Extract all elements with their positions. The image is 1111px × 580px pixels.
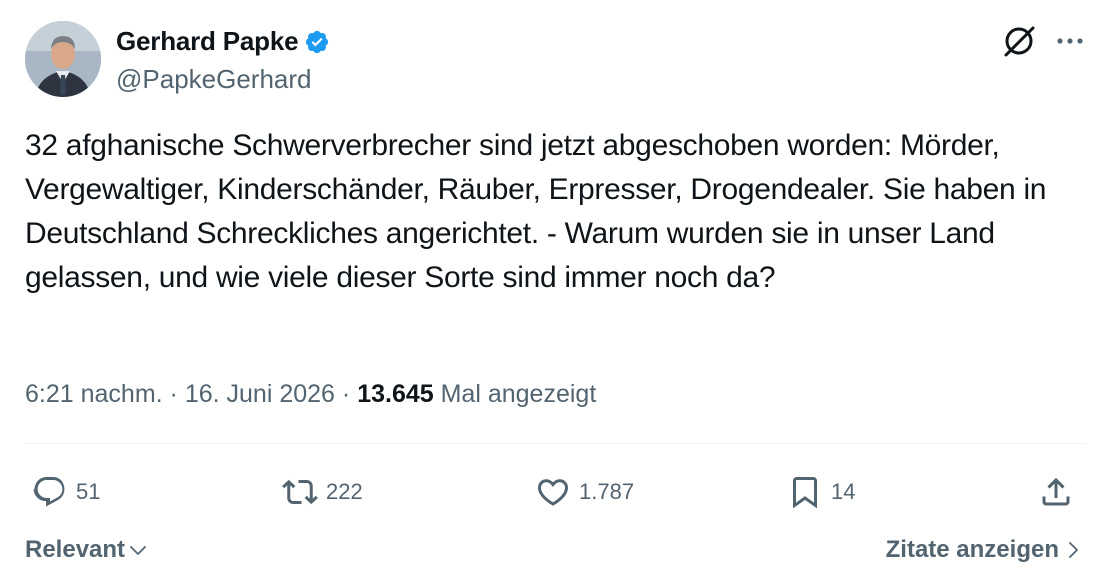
views-label: Mal angezeigt [440,380,597,408]
tweet-date[interactable]: 16. Juni 2026 [185,380,335,408]
divider [25,443,1086,444]
share-button[interactable] [1038,470,1074,514]
views-count: 13.645 [357,380,434,408]
retweet-button[interactable]: 222 [282,470,363,514]
avatar-image [25,21,101,97]
chevron-right-icon [1069,542,1078,558]
verified-badge-icon [304,29,330,55]
bookmark-button[interactable]: 14 [787,470,855,514]
meta-separator: · [169,380,178,408]
sort-relevant-dropdown[interactable]: Relevant [25,536,148,564]
chevron-down-icon [130,546,146,555]
grok-icon[interactable] [1000,22,1038,60]
reply-count: 51 [76,479,101,504]
tweet-text: 32 afghanische Schwerverbrecher sind jet… [25,129,1047,294]
quotes-label: Zitate anzeigen [885,536,1059,563]
bookmark-count: 14 [831,479,856,504]
author-name[interactable]: Gerhard Papke [116,26,299,57]
author-handle[interactable]: @PapkeGerhard [116,64,312,95]
reply-icon [33,477,65,507]
meta-separator: · [341,380,351,408]
more-dots-icon[interactable] [1050,22,1090,60]
like-count: 1.787 [579,479,635,504]
avatar[interactable] [25,21,101,97]
bookmark-icon [793,477,817,509]
retweet-count: 222 [326,479,363,504]
author-name-row: Gerhard Papke [116,26,330,57]
reply-button[interactable]: 51 [32,470,100,514]
heart-icon [537,479,569,506]
share-icon [1042,477,1070,506]
tweet-meta: 6:21 nachm. · 16. Juni 2026 · 13.645 Mal… [25,380,596,409]
like-button[interactable]: 1.787 [535,470,634,514]
view-quotes-link[interactable]: Zitate anzeigen [886,536,1083,564]
tweet-card: Gerhard Papke @PapkeGerhard 32 afghanisc… [0,0,1111,580]
tweet-time[interactable]: 6:21 nachm. [25,380,163,408]
sort-label: Relevant [25,536,126,563]
retweet-icon [282,479,318,505]
